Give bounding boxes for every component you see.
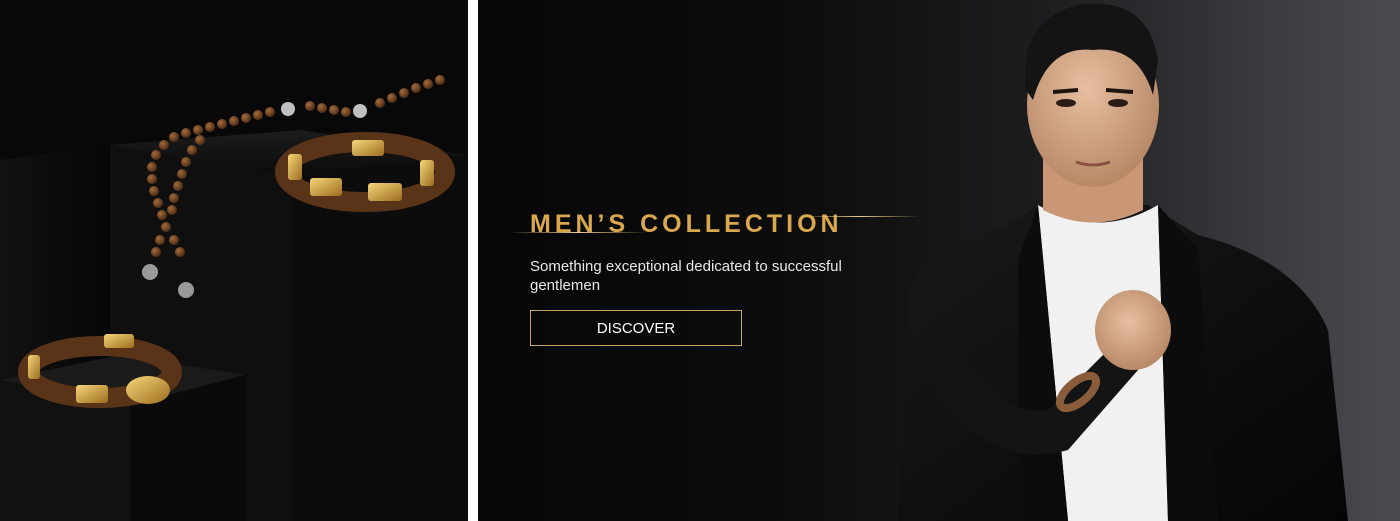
jewelry-product-image bbox=[0, 0, 468, 521]
sparkle-left bbox=[508, 232, 648, 233]
panel-divider bbox=[468, 0, 478, 521]
mens-collection-hero: MEN’S COLLECTION Something exceptional d… bbox=[478, 0, 1400, 521]
sparkle-right bbox=[800, 216, 920, 217]
hero-banner: MEN’S COLLECTION Something exceptional d… bbox=[0, 0, 1400, 521]
collection-subtitle: Something exceptional dedicated to succe… bbox=[530, 258, 842, 294]
discover-button[interactable]: DISCOVER bbox=[530, 310, 742, 346]
collection-title: MEN’S COLLECTION bbox=[530, 210, 843, 238]
jewelry-illustration bbox=[0, 0, 468, 521]
hero-copy: MEN’S COLLECTION Something exceptional d… bbox=[508, 210, 920, 346]
